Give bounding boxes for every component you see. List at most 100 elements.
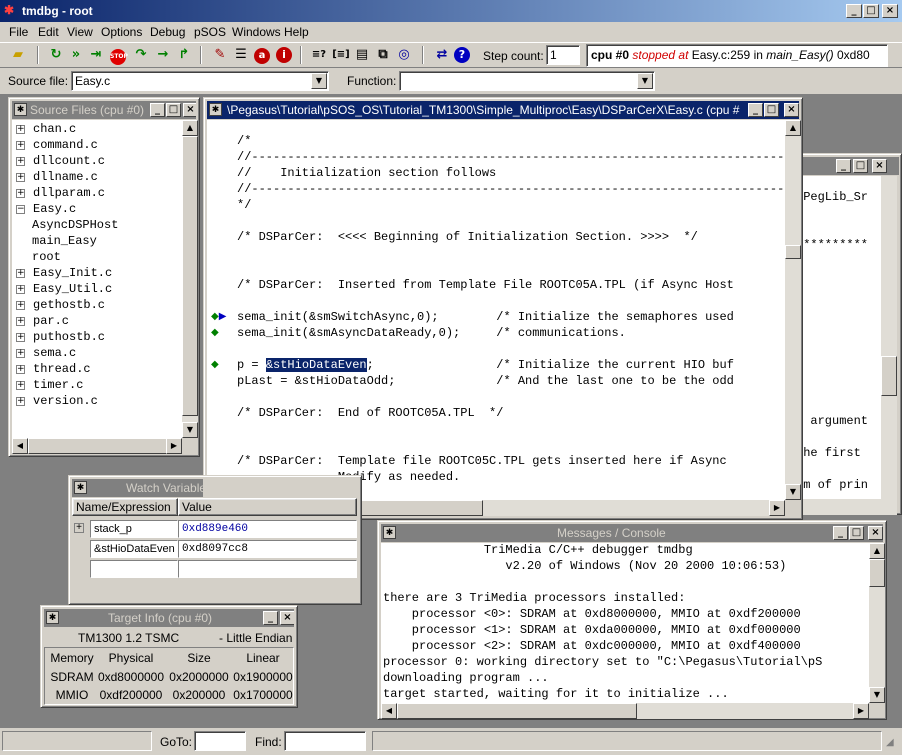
tree-item[interactable]: + dllname.c [16,170,98,186]
info-icon[interactable]: i [274,45,294,65]
expand-icon[interactable]: + [16,157,25,166]
expand-icon[interactable]: + [16,125,25,134]
tree-item[interactable]: + command.c [16,138,98,154]
connect-icon[interactable]: ⇄ [432,45,452,65]
maximize-button[interactable]: □ [853,159,868,173]
memory-icon[interactable]: ▤ [352,45,372,65]
menu-options[interactable]: Options [101,25,142,39]
expand-icon[interactable]: + [16,317,25,326]
tree-item[interactable]: + sema.c [16,346,76,362]
watch-name-cell[interactable]: stack_p [90,520,178,538]
scroll-thumb[interactable] [397,703,637,719]
minimize-button[interactable]: _ [846,4,862,18]
messages-title-bar[interactable]: ✱ Messages / Console _ □ × [381,524,883,542]
source-file-select[interactable]: Easy.c ▼ [71,71,329,91]
scroll-down-button[interactable]: ▼ [785,484,801,500]
vertical-scrollbar[interactable]: ▲ ▼ [785,120,801,500]
run-icon[interactable]: » [66,45,86,65]
target-info-title-bar[interactable]: ✱ Target Info (cpu #0) _ × [44,609,294,627]
breakpoint-list-icon[interactable]: ☰ [231,45,251,65]
menu-windows[interactable]: Windows [232,25,281,39]
bug-icon[interactable]: ✱ [74,481,87,494]
bug-icon[interactable]: ✱ [209,103,222,116]
code-area[interactable]: /* //------------------------------------… [207,120,785,500]
scroll-thumb[interactable] [785,245,801,259]
scroll-right-button[interactable]: ▶ [769,500,785,516]
expand-icon[interactable]: + [16,189,25,198]
vertical-scrollbar[interactable]: ▲ ▼ [869,543,885,703]
menu-psos[interactable]: pSOS [194,25,226,39]
expand-icon[interactable]: + [16,301,25,310]
disassembly-icon[interactable]: ◎ [394,45,414,65]
tree-item[interactable]: + version.c [16,394,98,410]
find-input[interactable] [284,731,366,751]
source-files-title-bar[interactable]: ✱ Source Files (cpu #0) _ □ × [12,101,196,119]
scroll-down-button[interactable]: ▼ [182,422,198,438]
vertical-scrollbar[interactable]: ▲ ▼ [182,120,198,438]
bug-icon[interactable]: ✱ [46,611,59,624]
close-button[interactable]: × [280,611,294,625]
current-line-arrow-icon[interactable]: ◆▶ [211,311,226,322]
code-window-title-bar[interactable]: ✱ \Pegasus\Tutorial\pSOS_OS\Tutorial_TM1… [207,101,799,119]
watch-name-cell[interactable]: &stHioDataEven [90,540,178,558]
tree-item[interactable]: + dllcount.c [16,154,105,170]
tree-item[interactable]: + chan.c [16,122,76,138]
stop-icon[interactable]: STOP [108,45,128,65]
app-title-bar[interactable]: ✱ tmdbg - root _ □ × [0,0,902,22]
tree-item[interactable]: + Easy_Init.c [16,266,112,282]
close-button[interactable]: × [872,159,887,173]
watch-name-cell[interactable] [90,560,178,578]
maximize-button[interactable]: □ [166,103,181,117]
function-select[interactable]: ▼ [399,71,655,91]
breakpoint-marker-icon[interactable]: ◆ [211,327,219,338]
variables-icon[interactable]: [≡] [331,45,351,65]
minimize-button[interactable]: _ [150,103,165,117]
scroll-left-button[interactable]: ◀ [381,703,397,719]
collapse-icon[interactable]: − [16,205,25,214]
app-icon[interactable]: ✱ [4,3,18,17]
minimize-button[interactable]: _ [836,159,851,173]
watch-value-cell[interactable]: 0xd889e460 [178,520,357,538]
run-to-icon[interactable]: ⇥ [86,45,106,65]
expand-icon[interactable]: + [16,285,25,294]
scroll-right-button[interactable]: ▶ [166,438,182,454]
scroll-down-button[interactable]: ▼ [869,687,885,703]
background-window-title[interactable]: _ □ × [794,157,899,175]
step-into-icon[interactable]: → [153,45,173,65]
menu-view[interactable]: View [67,25,93,39]
code-window[interactable]: ✱ \Pegasus\Tutorial\pSOS_OS\Tutorial_TM1… [203,97,803,520]
column-header-value[interactable]: Value [178,498,357,516]
minimize-button[interactable]: _ [263,611,278,625]
expand-icon[interactable]: + [16,397,25,406]
minimize-button[interactable]: _ [748,103,763,117]
tree-item[interactable]: AsyncDSPHost [32,218,118,234]
scroll-thumb[interactable] [28,438,168,454]
source-files-window[interactable]: ✱ Source Files (cpu #0) _ □ × + chan.c + co… [8,97,200,457]
expand-icon[interactable]: + [16,381,25,390]
console-area[interactable]: TriMedia C/C++ debugger tmdbg v2.20 of W… [381,543,869,703]
tree-item[interactable]: root [32,250,61,266]
watch-icon[interactable]: a [252,45,272,65]
breakpoint-marker-icon[interactable]: ◆ [211,359,219,370]
close-button[interactable]: × [784,103,799,117]
registers-icon[interactable]: ⧉ [373,45,393,65]
expand-icon[interactable]: + [16,365,25,374]
scroll-thumb[interactable] [869,559,885,587]
maximize-button[interactable]: □ [863,4,879,18]
chevron-down-icon[interactable]: ▼ [637,73,653,89]
scroll-left-button[interactable]: ◀ [12,438,28,454]
expand-icon[interactable]: + [16,269,25,278]
background-code-window[interactable]: _ □ × /PegLib_Sr ********** e argument the … [790,153,902,515]
tree-item[interactable]: + puthostb.c [16,330,105,346]
expand-icon[interactable]: + [16,141,25,150]
maximize-button[interactable]: □ [764,103,779,117]
tree-item[interactable]: − Easy.c [16,202,76,218]
tree-item[interactable]: + Easy_Util.c [16,282,112,298]
maximize-button[interactable]: □ [849,526,864,540]
help-icon[interactable]: ? [452,45,472,65]
messages-window[interactable]: ✱ Messages / Console _ □ × TriMedia C/C+… [377,520,887,720]
expand-icon[interactable]: + [74,523,84,533]
tree-item[interactable]: + dllparam.c [16,186,105,202]
close-button[interactable]: × [868,526,883,540]
step-count-input[interactable]: 1 [546,45,580,65]
